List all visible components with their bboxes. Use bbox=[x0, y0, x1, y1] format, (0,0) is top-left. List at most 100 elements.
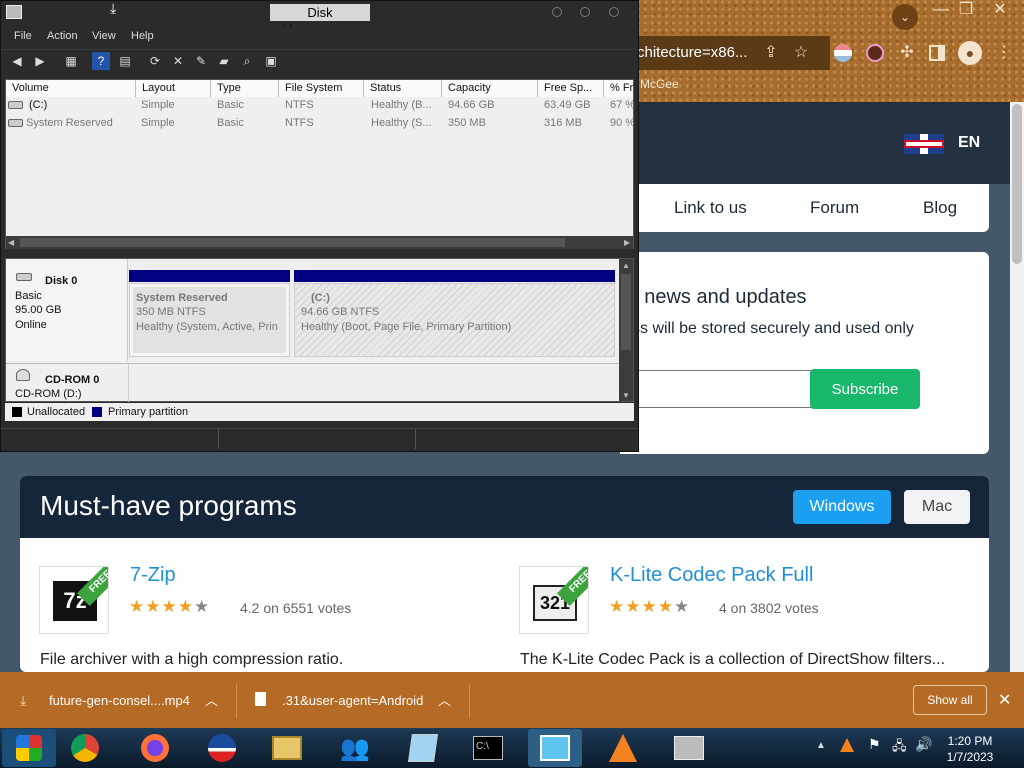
properties-icon[interactable]: ▤ bbox=[116, 52, 134, 70]
app-name-klite[interactable]: K-Lite Codec Pack Full bbox=[610, 564, 813, 587]
column-header-status[interactable]: Status bbox=[364, 80, 442, 97]
refresh-icon[interactable]: ⟳ bbox=[146, 52, 164, 70]
notepad-icon[interactable] bbox=[396, 729, 450, 767]
layout-cell: Simple bbox=[141, 117, 175, 129]
scroll-up-icon[interactable]: ▲ bbox=[622, 261, 630, 270]
close-icon[interactable]: ✕ bbox=[998, 690, 1011, 710]
free-space-cell: 63.49 GB bbox=[544, 99, 591, 111]
scroll-right-icon[interactable]: ▶ bbox=[624, 238, 630, 247]
close-icon[interactable]: ✕ bbox=[989, 0, 1011, 20]
newsletter-title: r news and updates bbox=[632, 286, 807, 308]
disk-management-taskbar-icon[interactable] bbox=[528, 729, 582, 767]
search-icon[interactable]: ⌕ bbox=[238, 52, 256, 70]
menu-view[interactable]: View bbox=[92, 30, 116, 42]
chevron-up-icon[interactable]: ︿ bbox=[205, 690, 218, 709]
bookmark-item[interactable]: l McGee bbox=[634, 77, 679, 91]
divider bbox=[469, 684, 470, 718]
settings-icon[interactable]: ▣ bbox=[262, 52, 280, 70]
column-header-type[interactable]: Type bbox=[211, 80, 279, 97]
mac-button[interactable]: Mac bbox=[904, 490, 970, 524]
layout-cell: Simple bbox=[141, 99, 175, 111]
language-label[interactable]: EN bbox=[958, 134, 980, 152]
nav-blog[interactable]: Blog bbox=[923, 198, 957, 218]
delete-icon[interactable]: ✕ bbox=[169, 52, 187, 70]
scroll-down-icon[interactable]: ▼ bbox=[622, 391, 630, 400]
network-icon[interactable]: 🖧 bbox=[892, 737, 907, 759]
klite-logo[interactable]: 321 FREE bbox=[519, 566, 589, 634]
show-hidden-icons[interactable]: ▲ bbox=[816, 740, 826, 751]
help-icon[interactable]: ? bbox=[92, 52, 110, 70]
capacity-cell: 350 MB bbox=[448, 117, 486, 129]
minimize-icon[interactable]: — bbox=[930, 0, 952, 20]
start-button[interactable] bbox=[2, 729, 56, 767]
windows-button[interactable]: Windows bbox=[793, 490, 891, 524]
status-cell: Healthy (S... bbox=[371, 117, 432, 129]
column-header-filesystem[interactable]: File System bbox=[279, 80, 364, 97]
partition-size: 94.66 GB NTFS bbox=[301, 306, 380, 318]
scroll-left-icon[interactable]: ◀ bbox=[8, 238, 14, 247]
extension-icon[interactable] bbox=[834, 44, 852, 62]
column-header-free-space[interactable]: Free Sp... bbox=[538, 80, 604, 97]
minimize-icon[interactable] bbox=[552, 7, 562, 17]
filesystem-cell: NTFS bbox=[285, 99, 314, 111]
disk-size: 95.00 GB bbox=[15, 304, 62, 316]
horizontal-scroll-thumb[interactable] bbox=[20, 238, 565, 247]
puzzle-icon[interactable]: ✣ bbox=[896, 43, 918, 63]
firefox-icon[interactable] bbox=[128, 729, 182, 767]
app-name-7zip[interactable]: 7-Zip bbox=[130, 564, 176, 587]
menu-help[interactable]: Help bbox=[131, 30, 154, 42]
disk-tool-icon[interactable] bbox=[662, 729, 716, 767]
menu-action[interactable]: Action bbox=[47, 30, 78, 42]
terminal-icon[interactable]: C:\ bbox=[461, 729, 515, 767]
menu-file[interactable]: File bbox=[14, 30, 32, 42]
app-icon bbox=[6, 5, 22, 19]
download-item-1[interactable]: future-gen-consel....mp4 bbox=[49, 693, 190, 708]
avatar[interactable]: ● bbox=[958, 41, 982, 65]
network-users-icon[interactable]: 👥 bbox=[328, 729, 382, 767]
restore-icon[interactable]: ❐ bbox=[955, 0, 977, 20]
partition-status: Healthy (Boot, Page File, Primary Partit… bbox=[301, 321, 512, 333]
column-header-volume[interactable]: Volume bbox=[6, 80, 136, 97]
divider bbox=[415, 429, 416, 449]
vlc-tray-icon[interactable] bbox=[840, 738, 854, 752]
volume-name[interactable]: System Reserved bbox=[26, 115, 136, 131]
menu-icon[interactable]: ⋮ bbox=[993, 43, 1015, 63]
back-arrow-icon[interactable]: ◀ bbox=[8, 52, 26, 70]
sidepanel-icon[interactable] bbox=[929, 45, 945, 61]
browser-window-dropdown-icon[interactable]: ⌄ bbox=[892, 4, 918, 30]
nav-link-to-us[interactable]: Link to us bbox=[674, 198, 747, 218]
file-explorer-icon[interactable] bbox=[260, 729, 314, 767]
column-header-capacity[interactable]: Capacity bbox=[442, 80, 538, 97]
scrollbar-thumb[interactable] bbox=[1012, 104, 1022, 264]
check-disk-icon[interactable]: ✎ bbox=[192, 52, 210, 70]
chrome-icon[interactable] bbox=[58, 729, 112, 767]
7zip-logo[interactable]: 7z FREE bbox=[39, 566, 109, 634]
rating-stars: ★★★★★ bbox=[609, 597, 691, 616]
share-icon[interactable]: ⇪ bbox=[760, 43, 782, 63]
volume-name[interactable]: (C:) bbox=[29, 97, 129, 113]
column-header-percent-free[interactable]: % Fr bbox=[604, 80, 633, 97]
partition-c-drive[interactable] bbox=[294, 283, 615, 357]
taskbar-clock[interactable]: 1:20 PM 1/7/2023 bbox=[940, 733, 1000, 765]
volume-icon[interactable]: 🔊 bbox=[915, 736, 932, 753]
chevron-up-icon[interactable]: ︿ bbox=[438, 690, 451, 709]
obama-logo-icon[interactable] bbox=[195, 729, 249, 767]
email-field[interactable] bbox=[632, 370, 812, 408]
nav-forum[interactable]: Forum bbox=[810, 198, 859, 218]
vertical-scroll-thumb[interactable] bbox=[621, 274, 631, 350]
star-icon[interactable]: ☆ bbox=[790, 43, 812, 63]
forward-arrow-icon[interactable]: ▶ bbox=[31, 52, 49, 70]
show-all-button[interactable]: Show all bbox=[913, 685, 987, 715]
subscribe-button[interactable]: Subscribe bbox=[810, 369, 920, 409]
vlc-icon[interactable] bbox=[596, 729, 650, 767]
uk-flag-icon[interactable] bbox=[904, 134, 944, 154]
open-folder-icon[interactable]: ▰ bbox=[215, 52, 233, 70]
close-icon[interactable] bbox=[609, 7, 619, 17]
maximize-icon[interactable] bbox=[580, 7, 590, 17]
download-item-2[interactable]: .31&user-agent=Android bbox=[282, 693, 423, 708]
profile-extension-icon[interactable] bbox=[866, 44, 884, 62]
flag-icon[interactable]: ⚑ bbox=[868, 736, 881, 753]
console-tree-icon[interactable]: ▦ bbox=[62, 52, 80, 70]
column-header-layout[interactable]: Layout bbox=[136, 80, 211, 97]
rating-stars: ★★★★★ bbox=[129, 597, 211, 616]
